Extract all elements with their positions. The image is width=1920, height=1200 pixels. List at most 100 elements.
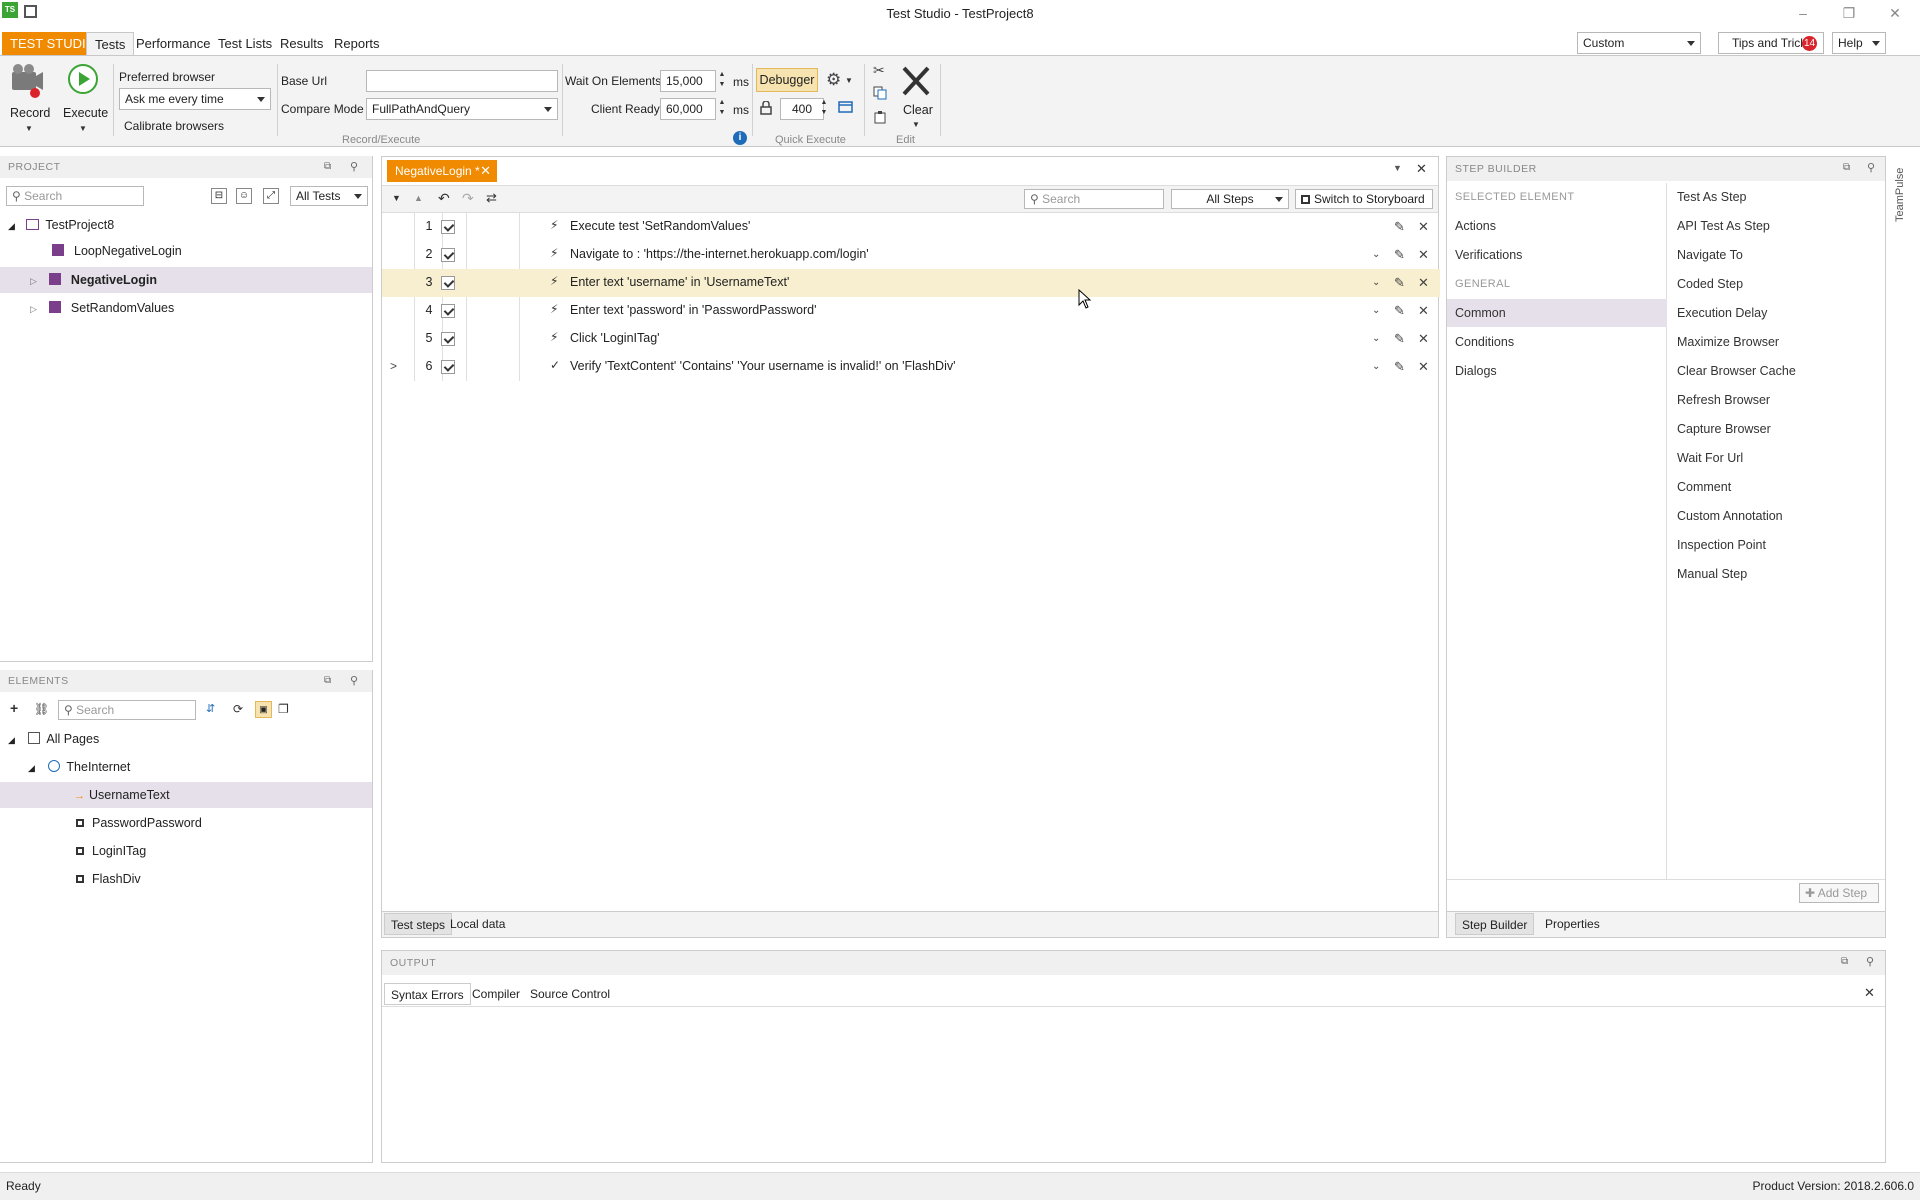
- tree-item-setrandomvalues[interactable]: ▷ SetRandomValues: [0, 295, 372, 321]
- settings-gear-icon[interactable]: ⚙: [826, 70, 841, 90]
- step-enabled-checkbox[interactable]: [441, 332, 455, 346]
- client-ready-input[interactable]: 60,000: [660, 98, 716, 120]
- step-item-api-test-as-step[interactable]: API Test As Step: [1677, 219, 1770, 233]
- view-toggle-icon[interactable]: ▣: [255, 701, 272, 718]
- quick-spinner[interactable]: ▲ ▼: [818, 98, 830, 120]
- step-item-clear-browser-cache[interactable]: Clear Browser Cache: [1677, 364, 1796, 378]
- delete-step-icon[interactable]: ✕: [1418, 219, 1429, 235]
- step-item-maximize-browser[interactable]: Maximize Browser: [1677, 335, 1779, 349]
- float-pane-icon[interactable]: ⧉: [1843, 162, 1850, 173]
- element-item-passwordpassword[interactable]: PasswordPassword: [0, 810, 372, 836]
- step-item-test-as-step[interactable]: Test As Step: [1677, 190, 1746, 204]
- close-tab-icon[interactable]: ✕: [480, 160, 491, 182]
- undo-icon[interactable]: ↶: [438, 190, 450, 207]
- float-pane-icon[interactable]: ⧉: [324, 161, 331, 172]
- layout-select[interactable]: Custom: [1577, 32, 1701, 54]
- tab-properties[interactable]: Properties: [1539, 913, 1606, 935]
- delete-step-icon[interactable]: ✕: [1418, 303, 1429, 319]
- step-item-capture-browser[interactable]: Capture Browser: [1677, 422, 1771, 436]
- calibrate-browsers-button[interactable]: Calibrate browsers: [124, 119, 224, 133]
- step-row[interactable]: 2 ⚡︎ Navigate to : 'https://the-internet…: [382, 241, 1440, 269]
- tab-results[interactable]: Results: [272, 32, 331, 56]
- person-icon[interactable]: ☺: [236, 188, 252, 204]
- tab-compiler[interactable]: Compiler: [466, 983, 526, 1005]
- add-step-button[interactable]: ✚ Add Step: [1799, 883, 1879, 903]
- move-down-icon[interactable]: ▼: [392, 193, 401, 203]
- paste-icon[interactable]: [873, 110, 887, 124]
- delete-step-icon[interactable]: ✕: [1418, 331, 1429, 347]
- step-enabled-checkbox[interactable]: [441, 220, 455, 234]
- base-url-input[interactable]: [366, 70, 558, 92]
- close-editor-icon[interactable]: ✕: [1416, 161, 1427, 177]
- settings-dropdown-icon[interactable]: ▼: [845, 76, 853, 85]
- expand-icon[interactable]: ⤢: [263, 188, 279, 204]
- sort-icon[interactable]: ⇵: [206, 702, 215, 715]
- chevron-down-icon[interactable]: ⌄: [1372, 305, 1380, 316]
- lock-icon[interactable]: [760, 101, 772, 115]
- help-button[interactable]: Help: [1832, 32, 1886, 54]
- pin-icon[interactable]: ⚲: [1867, 161, 1875, 174]
- clear-dropdown-icon[interactable]: ▼: [912, 120, 920, 129]
- row-expand-icon[interactable]: >: [390, 359, 397, 373]
- pin-icon[interactable]: ⚲: [350, 160, 358, 173]
- edit-step-icon[interactable]: ✎: [1394, 359, 1405, 375]
- step-enabled-checkbox[interactable]: [441, 276, 455, 290]
- delete-step-icon[interactable]: ✕: [1418, 247, 1429, 263]
- step-row-selected[interactable]: 3 ⚡︎ Enter text 'username' in 'UsernameT…: [382, 269, 1440, 297]
- project-root[interactable]: ◢ TestProject8: [8, 218, 114, 232]
- close-output-icon[interactable]: ✕: [1864, 985, 1875, 1001]
- client-ready-spinner[interactable]: ▲ ▼: [716, 98, 728, 120]
- step-item-custom-annotation[interactable]: Custom Annotation: [1677, 509, 1783, 523]
- browser-window-icon[interactable]: [838, 101, 853, 114]
- edit-step-icon[interactable]: ✎: [1394, 303, 1405, 319]
- delete-step-icon[interactable]: ✕: [1418, 275, 1429, 291]
- tab-test-steps[interactable]: Test steps: [384, 913, 453, 935]
- step-enabled-checkbox[interactable]: [441, 304, 455, 318]
- tab-syntax-errors[interactable]: Syntax Errors: [384, 983, 471, 1005]
- tests-filter-select[interactable]: All Tests: [290, 186, 368, 206]
- redo-icon[interactable]: ↷: [462, 190, 474, 207]
- cut-icon[interactable]: ✂: [873, 62, 885, 79]
- teampulse-side-tab[interactable]: TeamPulse: [1888, 160, 1916, 230]
- tab-step-builder[interactable]: Step Builder: [1455, 913, 1535, 935]
- step-item-manual-step[interactable]: Manual Step: [1677, 567, 1747, 581]
- debugger-toggle[interactable]: Debugger: [756, 68, 818, 92]
- chevron-down-icon[interactable]: ⌄: [1372, 361, 1380, 372]
- element-item-usernametext[interactable]: → UsernameText: [0, 782, 372, 808]
- project-search-input[interactable]: ⚲ Search: [6, 186, 144, 206]
- step-row[interactable]: 1 ⚡︎ Execute test 'SetRandomValues' ✎ ✕: [382, 213, 1440, 241]
- wait-spinner[interactable]: ▲ ▼: [716, 70, 728, 92]
- all-pages-node[interactable]: ◢ All Pages: [8, 732, 99, 746]
- link-icon[interactable]: ⛓: [34, 702, 49, 716]
- tab-test-lists[interactable]: Test Lists: [210, 32, 280, 56]
- edit-step-icon[interactable]: ✎: [1394, 219, 1405, 235]
- execute-button[interactable]: [68, 64, 98, 94]
- tree-item-loopnegativelogin[interactable]: LoopNegativeLogin: [0, 240, 372, 266]
- add-element-icon[interactable]: +: [10, 700, 18, 716]
- step-row[interactable]: > 6 ✓ Verify 'TextContent' 'Contains' 'Y…: [382, 353, 1440, 381]
- step-item-inspection-point[interactable]: Inspection Point: [1677, 538, 1766, 552]
- restore-button[interactable]: ❐: [1826, 0, 1872, 28]
- step-item-comment[interactable]: Comment: [1677, 480, 1731, 494]
- minimize-button[interactable]: –: [1780, 0, 1826, 28]
- tab-local-data[interactable]: Local data: [444, 913, 511, 935]
- wait-on-elements-input[interactable]: 15,000: [660, 70, 716, 92]
- step-item-wait-for-url[interactable]: Wait For Url: [1677, 451, 1743, 465]
- chevron-down-icon[interactable]: ⌄: [1372, 277, 1380, 288]
- clear-button[interactable]: [899, 64, 933, 98]
- convert-icon[interactable]: ⇄: [486, 190, 497, 206]
- step-item-coded-step[interactable]: Coded Step: [1677, 277, 1743, 291]
- tab-source-control[interactable]: Source Control: [524, 983, 616, 1005]
- float-pane-icon[interactable]: ⧉: [1841, 956, 1848, 967]
- record-dropdown-icon[interactable]: ▼: [25, 124, 33, 133]
- tab-negativelogin[interactable]: NegativeLogin * ✕: [387, 160, 497, 182]
- step-row[interactable]: 5 ⚡︎ Click 'LoginITag' ⌄ ✎ ✕: [382, 325, 1440, 353]
- collapse-all-icon[interactable]: ⊟: [211, 188, 227, 204]
- elements-search-input[interactable]: ⚲ Search: [58, 700, 196, 720]
- compare-mode-select[interactable]: FullPathAndQuery: [366, 98, 558, 120]
- step-item-execution-delay[interactable]: Execution Delay: [1677, 306, 1767, 320]
- refresh-icon[interactable]: ⟳: [233, 702, 243, 716]
- edit-step-icon[interactable]: ✎: [1394, 247, 1405, 263]
- pin-icon[interactable]: ⚲: [350, 674, 358, 687]
- page-node[interactable]: ◢ TheInternet: [28, 760, 130, 774]
